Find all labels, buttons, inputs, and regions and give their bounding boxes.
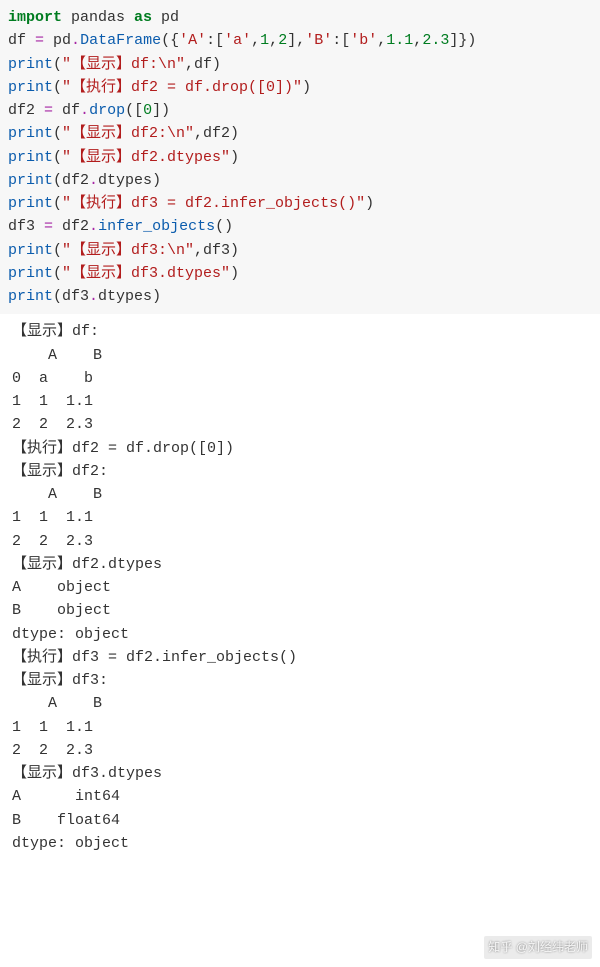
- var-df2: df2: [8, 102, 44, 119]
- drop-call: drop: [89, 102, 125, 119]
- num-1p1: 1.1: [386, 32, 413, 49]
- comma: ,: [269, 32, 278, 49]
- paren: (df3: [53, 288, 89, 305]
- num-0: 0: [143, 102, 152, 119]
- paren-close: ): [152, 288, 161, 305]
- str-show-df3types: "【显示】df3.dtypes": [62, 265, 230, 282]
- code-cell: import pandas as pd df = pd.DataFrame({'…: [0, 0, 600, 314]
- paren: (: [53, 56, 62, 73]
- keyword-import: import: [8, 9, 62, 26]
- print-call: print: [8, 195, 53, 212]
- str-lc-a: 'a': [224, 32, 251, 49]
- str-b: 'B': [305, 32, 332, 49]
- paren: (: [53, 125, 62, 142]
- assign-op: =: [44, 102, 53, 119]
- print-call: print: [8, 288, 53, 305]
- paren: (: [53, 149, 62, 166]
- assign-op: =: [44, 218, 53, 235]
- paren: ({: [161, 32, 179, 49]
- close: ]}): [449, 32, 476, 49]
- print-call: print: [8, 56, 53, 73]
- str-show-df2: "【显示】df2:\n": [62, 125, 194, 142]
- paren: (df2: [53, 172, 89, 189]
- print-call: print: [8, 172, 53, 189]
- dot-op: .: [80, 102, 89, 119]
- str-lc-b: 'b': [350, 32, 377, 49]
- module-name: pandas: [62, 9, 134, 26]
- args-close: ,df3): [194, 242, 239, 259]
- str-show-df2types: "【显示】df2.dtypes": [62, 149, 230, 166]
- paren: (: [53, 79, 62, 96]
- paren: (: [53, 195, 62, 212]
- dot-op: .: [89, 288, 98, 305]
- var-df3: df3: [8, 218, 44, 235]
- print-call: print: [8, 125, 53, 142]
- dot-op: .: [89, 172, 98, 189]
- str-show-df: "【显示】df:\n": [62, 56, 185, 73]
- comma: ,: [251, 32, 260, 49]
- str-a: 'A': [179, 32, 206, 49]
- paren-close: ): [302, 79, 311, 96]
- assign-op: =: [35, 32, 44, 49]
- punct: ],: [287, 32, 305, 49]
- df-ref: df: [53, 102, 80, 119]
- punct: :[: [206, 32, 224, 49]
- alias-name: pd: [152, 9, 179, 26]
- paren-close: ): [365, 195, 374, 212]
- keyword-as: as: [134, 9, 152, 26]
- paren: (: [53, 242, 62, 259]
- comma: ,: [413, 32, 422, 49]
- var-df: df: [8, 32, 35, 49]
- output-cell: 【显示】df: A B 0 a b 1 1 1.1 2 2 2.3 【执行】df…: [0, 314, 600, 861]
- print-call: print: [8, 149, 53, 166]
- args-close: ,df2): [194, 125, 239, 142]
- args-close: ,df): [185, 56, 221, 73]
- paren-close: ): [230, 149, 239, 166]
- dot-op: .: [71, 32, 80, 49]
- num-2: 2: [278, 32, 287, 49]
- dtypes-attr: dtypes: [98, 172, 152, 189]
- dataframe-call: DataFrame: [80, 32, 161, 49]
- close: ]): [152, 102, 170, 119]
- print-call: print: [8, 79, 53, 96]
- comma: ,: [377, 32, 386, 49]
- paren-close: ): [152, 172, 161, 189]
- df2-ref: df2: [53, 218, 89, 235]
- infer-call: infer_objects: [98, 218, 215, 235]
- paren: (): [215, 218, 233, 235]
- print-call: print: [8, 265, 53, 282]
- paren-close: ): [230, 265, 239, 282]
- pd-ref: pd: [44, 32, 71, 49]
- paren: (: [53, 265, 62, 282]
- dot-op: .: [89, 218, 98, 235]
- watermark: 知乎 @刘经纬老师: [484, 936, 592, 959]
- print-call: print: [8, 242, 53, 259]
- str-show-df3: "【显示】df3:\n": [62, 242, 194, 259]
- punct: :[: [332, 32, 350, 49]
- num-1: 1: [260, 32, 269, 49]
- dtypes-attr: dtypes: [98, 288, 152, 305]
- str-exec-drop: "【执行】df2 = df.drop([0])": [62, 79, 302, 96]
- str-exec-infer: "【执行】df3 = df2.infer_objects()": [62, 195, 365, 212]
- num-2p3: 2.3: [422, 32, 449, 49]
- paren: ([: [125, 102, 143, 119]
